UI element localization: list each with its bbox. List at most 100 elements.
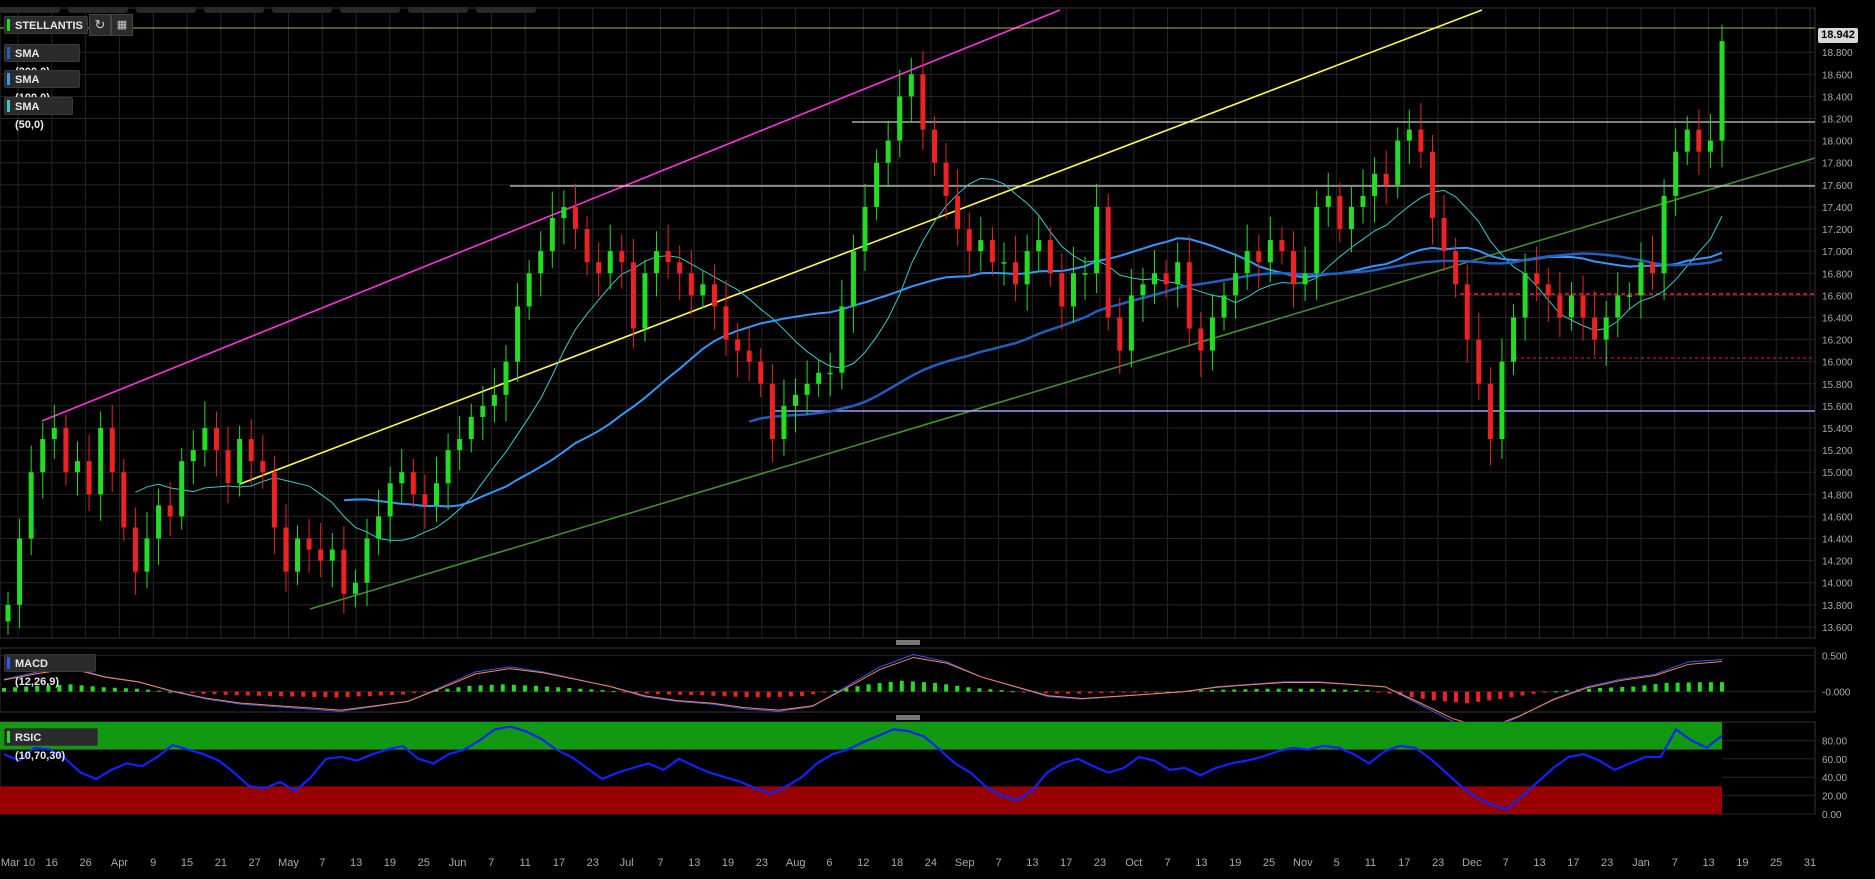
symbol-label[interactable]: STELLANTIS xyxy=(4,16,88,34)
chart-canvas: 13.600 13.800 14.000 14.200 14.400 14.600 14.8… xyxy=(0,7,1853,869)
macd-label-text: MACD (12,26,9) xyxy=(15,658,60,688)
macd-histogram-bar xyxy=(1232,689,1237,692)
macd-histogram-bar xyxy=(600,690,605,692)
macd-histogram-bar xyxy=(1298,688,1303,692)
date-tick-label: 7 xyxy=(1165,857,1171,869)
macd-histogram-bar xyxy=(855,686,860,692)
sma200-swatch xyxy=(7,47,10,59)
date-tick-label: 25 xyxy=(1263,857,1275,869)
macd-histogram-bar xyxy=(1442,691,1447,702)
macd-histogram-bar xyxy=(1099,691,1104,694)
date-tick-label: 31 xyxy=(1804,857,1816,869)
macd-histogram-bar xyxy=(1043,691,1048,694)
macd-histogram-bar xyxy=(423,691,428,693)
macd-histogram-bar xyxy=(1132,691,1137,693)
calendar-icon[interactable]: ▦ xyxy=(111,14,133,36)
macd-histogram-bar xyxy=(334,691,339,698)
indicator-sma50[interactable]: SMA (50,0) xyxy=(4,97,73,131)
macd-label[interactable]: MACD (12,26,9) xyxy=(4,654,96,688)
date-tick-label: 19 xyxy=(1229,857,1241,869)
price-tick-label: 18.600 xyxy=(1822,70,1853,81)
indicator-sma100[interactable]: SMA (100,0) xyxy=(4,70,80,104)
macd-histogram-bar xyxy=(1509,691,1514,698)
rsi-overbought-band xyxy=(0,722,1722,750)
candle[interactable] xyxy=(1105,193,1111,331)
macd-histogram-bar xyxy=(733,691,738,697)
price-tick-label: 14.600 xyxy=(1822,512,1853,523)
indicator-sma200[interactable]: SMA (200,0) xyxy=(4,44,80,78)
price-tick-label: 13.800 xyxy=(1822,601,1853,612)
last-price-badge: 18.942 xyxy=(1818,28,1858,43)
rsi-tick-label: 60.00 xyxy=(1822,755,1847,766)
date-tick-label: 23 xyxy=(756,857,768,869)
macd-histogram-bar xyxy=(478,685,483,692)
price-tick-label: 14.400 xyxy=(1822,535,1853,546)
macd-histogram-bar xyxy=(245,691,250,696)
macd-histogram-bar xyxy=(589,689,594,692)
date-tick-label: 12 xyxy=(857,857,869,869)
macd-histogram-bar xyxy=(445,688,450,692)
macd-histogram-bar xyxy=(955,685,960,692)
date-tick-label: 11 xyxy=(519,857,530,869)
price-tick-label: 17.600 xyxy=(1822,181,1853,192)
macd-histogram-bar xyxy=(1066,691,1071,694)
panel-splitter[interactable] xyxy=(896,640,920,645)
macd-histogram-bar xyxy=(301,691,306,697)
macd-histogram-bar xyxy=(135,688,140,692)
macd-histogram-bar xyxy=(157,690,162,692)
date-tick-label: 7 xyxy=(995,857,1001,869)
macd-histogram-bar xyxy=(234,691,239,696)
macd-histogram-bar xyxy=(1520,691,1525,696)
macd-tick-label: -0.000 xyxy=(1822,688,1851,699)
macd-tick-label: 0.500 xyxy=(1822,651,1847,662)
macd-histogram-bar xyxy=(1531,691,1536,694)
macd-histogram-bar xyxy=(766,691,771,698)
macd-histogram-bar xyxy=(1609,687,1614,692)
date-tick-label: 13 xyxy=(1195,857,1207,869)
date-tick-label: Jun xyxy=(449,857,467,869)
date-tick-label: Apr xyxy=(111,857,128,869)
date-tick-label: Jul xyxy=(620,857,634,869)
date-tick-label: Nov xyxy=(1293,857,1313,869)
macd-histogram-bar xyxy=(1553,691,1558,693)
rsi-label[interactable]: RSIC (10,70,30) xyxy=(4,728,98,762)
macd-histogram-bar xyxy=(190,691,195,694)
indicator-sma50-label: SMA (50,0) xyxy=(15,101,44,131)
macd-histogram-bar xyxy=(101,687,106,692)
date-tick-label: 13 xyxy=(1026,857,1038,869)
macd-histogram-bar xyxy=(1354,689,1359,692)
macd-histogram-bar xyxy=(655,691,660,695)
macd-histogram-bar xyxy=(1320,689,1325,692)
panel-splitter[interactable] xyxy=(896,715,920,720)
macd-histogram-bar xyxy=(1221,689,1226,692)
tab-strip[interactable] xyxy=(0,0,620,13)
date-tick-label: 6 xyxy=(826,857,832,869)
rsi-label-text: RSIC (10,70,30) xyxy=(15,732,66,762)
macd-histogram-bar xyxy=(822,691,827,693)
macd-histogram-bar xyxy=(489,684,494,692)
date-tick-label: 16 xyxy=(46,857,58,869)
rsi-oversold-band xyxy=(0,786,1722,814)
macd-histogram-bar xyxy=(511,684,516,692)
date-tick-label: May xyxy=(278,857,299,869)
refresh-icon[interactable]: ↻ xyxy=(89,14,111,36)
macd-histogram-bar xyxy=(1199,690,1204,692)
macd-histogram-bar xyxy=(1675,682,1680,692)
macd-histogram-bar xyxy=(1121,691,1126,693)
price-tick-label: 14.200 xyxy=(1822,557,1853,568)
rsi-tick-label: 20.00 xyxy=(1822,792,1847,803)
price-tick-label: 13.600 xyxy=(1822,623,1853,634)
date-tick-label: Aug xyxy=(786,857,806,869)
macd-histogram-bar xyxy=(256,691,261,696)
macd-histogram-bar xyxy=(866,684,871,692)
date-tick-label: 25 xyxy=(418,857,430,869)
date-tick-label: 7 xyxy=(1503,857,1509,869)
macd-histogram-bar xyxy=(1021,691,1026,693)
price-tick-label: 15.400 xyxy=(1822,424,1853,435)
price-tick-label: 15.600 xyxy=(1822,402,1853,413)
sma100-swatch xyxy=(7,73,10,85)
price-tick-label: 16.000 xyxy=(1822,358,1853,369)
price-tick-label: 18.000 xyxy=(1822,137,1853,148)
macd-histogram-bar xyxy=(611,691,616,693)
date-tick-label: 17 xyxy=(553,857,565,869)
